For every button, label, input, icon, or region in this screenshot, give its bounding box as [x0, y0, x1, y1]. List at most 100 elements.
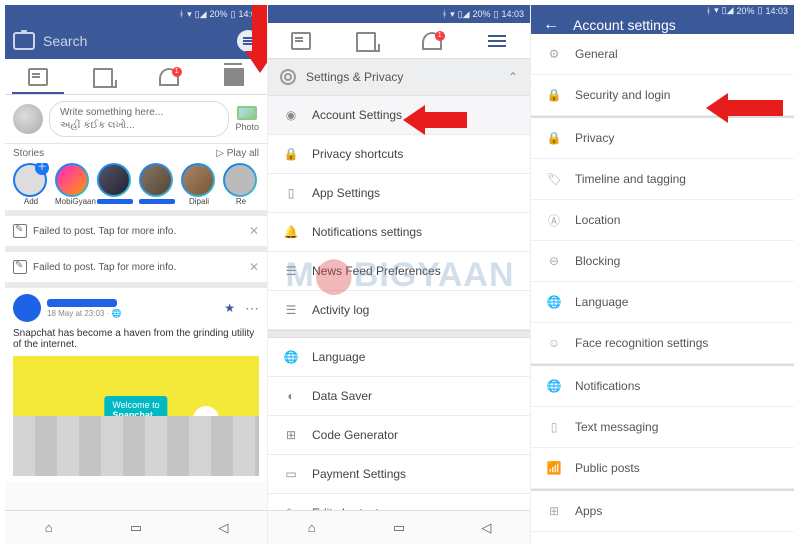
star-icon[interactable]: ★ [224, 301, 235, 315]
sliders-icon: ☰ [282, 262, 300, 280]
post-meta: 18 May at 23:03 · 🌐 [47, 309, 121, 318]
settings-apps[interactable]: ⊞Apps [531, 491, 794, 532]
menu-notif-settings[interactable]: 🔔Notifications settings [268, 213, 530, 252]
settings-face-recognition[interactable]: ☺Face recognition settings [531, 323, 794, 364]
rss-icon: 📶 [545, 459, 563, 477]
feed-post: 18 May at 23:03 · 🌐 ★ ⋯ Snapchat has bec… [5, 288, 267, 482]
nav-recent[interactable]: ⌂ [268, 511, 355, 544]
android-navbar: ⌂ ▭ ◁ [268, 510, 530, 544]
ads-icon: ▭ [545, 543, 563, 544]
post-text: Snapchat has become a haven from the gri… [13, 328, 259, 350]
compose-input[interactable]: Write something here... અહીં કંઈક લખો... [49, 101, 229, 137]
hamburger-icon [224, 68, 244, 86]
menu-edit-shortcuts[interactable]: ✎Edit shortcuts [268, 494, 530, 510]
post-avatar[interactable] [13, 294, 41, 322]
failed-post-row[interactable]: Failed to post. Tap for more info. ✕ [5, 252, 267, 288]
gauge-icon: ◐ [282, 387, 300, 405]
settings-notifications[interactable]: 🌐Notifications [531, 366, 794, 407]
status-bar: ᚼ ▾ ▯◢ 20% ▯ 14:03 [5, 5, 267, 23]
chevron-up-icon: ⌃ [508, 70, 518, 84]
photo-icon [237, 106, 257, 120]
nav-home[interactable]: ▭ [355, 511, 442, 544]
menu-language[interactable]: 🌐Language [268, 338, 530, 377]
story-item[interactable]: Dipali [181, 163, 217, 206]
nav-recent[interactable]: ⌂ [5, 511, 92, 544]
avatar[interactable] [13, 104, 43, 134]
settings-location[interactable]: ⒶLocation [531, 200, 794, 241]
photo-button[interactable]: Photo [235, 106, 259, 132]
menu-activity-log[interactable]: ☰Activity log [268, 291, 530, 330]
story-add[interactable]: ＋Add [13, 163, 49, 206]
settings-timeline-tagging[interactable]: 🏷Timeline and tagging [531, 159, 794, 200]
battery-percent: 20% [210, 9, 228, 19]
settings-menu-list: ◉Account Settings 🔒Privacy shortcuts ▯Ap… [268, 96, 530, 510]
android-navbar: ⌂ ▭ ◁ [5, 510, 267, 544]
menu-payment-settings[interactable]: ▭Payment Settings [268, 455, 530, 494]
stories-section: Stories ▷ Play all ＋Add MobiGyaan Dipali… [5, 144, 267, 216]
tab-marketplace[interactable] [71, 59, 137, 94]
settings-blocking[interactable]: ⊖Blocking [531, 241, 794, 282]
lock-icon: 🔒 [282, 145, 300, 163]
settings-public-posts[interactable]: 📶Public posts [531, 448, 794, 489]
menu-code-generator[interactable]: ⊞Code Generator [268, 416, 530, 455]
close-icon[interactable]: ✕ [249, 224, 259, 238]
battery-icon: ▯ [231, 9, 236, 20]
back-arrow-icon[interactable]: ← [543, 16, 559, 34]
story-item[interactable]: MobiGyaan [55, 163, 91, 206]
edit-icon [13, 224, 27, 238]
settings-text-messaging[interactable]: ▯Text messaging [531, 407, 794, 448]
post-image[interactable]: Welcome toSnapchat [13, 356, 259, 476]
app-header: Search [5, 23, 267, 59]
page-title: Account settings [573, 17, 676, 33]
globe-icon: 🌐 [545, 377, 563, 395]
lock-icon: 🔒 [545, 86, 563, 104]
menu-privacy-shortcuts[interactable]: 🔒Privacy shortcuts [268, 135, 530, 174]
story-item[interactable] [139, 163, 175, 206]
menu-account-settings[interactable]: ◉Account Settings [268, 96, 530, 135]
tab-notifications[interactable]: 1 [136, 59, 202, 94]
badge: 1 [172, 67, 182, 77]
post-author[interactable] [47, 299, 117, 307]
location-icon: Ⓐ [545, 211, 563, 229]
screenshot-account-settings: ᚼ▾▯◢ 20%▯ 14:03 ← Account settings ⚙Gene… [531, 5, 794, 544]
tab-notifications[interactable]: 1 [399, 23, 465, 58]
stories-title: Stories [13, 148, 44, 159]
more-icon[interactable]: ⋯ [245, 300, 259, 317]
menu-data-saver[interactable]: ◐Data Saver [268, 377, 530, 416]
search-input[interactable]: Search [43, 33, 229, 49]
nav-back[interactable]: ◁ [180, 511, 267, 544]
tab-marketplace[interactable] [334, 23, 400, 58]
tab-newsfeed[interactable] [268, 23, 334, 58]
menu-newsfeed-prefs[interactable]: ☰News Feed Preferences [268, 252, 530, 291]
person-icon: ◉ [282, 106, 300, 124]
screenshot-feed: ᚼ ▾ ▯◢ 20% ▯ 14:03 Search 1 Write someth… [5, 5, 268, 544]
nav-back[interactable]: ◁ [443, 511, 530, 544]
settings-header: ← Account settings [531, 16, 794, 34]
screenshot-menu: ᚼ▾▯◢ 20%▯ 14:03 1 Settings & Privacy ⌃ ◉… [268, 5, 531, 544]
close-icon[interactable]: ✕ [249, 260, 259, 274]
block-icon: ⊖ [545, 252, 563, 270]
tab-newsfeed[interactable] [5, 59, 71, 94]
list-icon: ☰ [282, 301, 300, 319]
failed-post-row[interactable]: Failed to post. Tap for more info. ✕ [5, 216, 267, 252]
story-item[interactable]: Re [223, 163, 259, 206]
settings-general[interactable]: ⚙General [531, 34, 794, 75]
composer[interactable]: Write something here... અહીં કંઈક લખો...… [5, 95, 267, 144]
bell-icon: 🔔 [282, 223, 300, 241]
camera-icon[interactable] [13, 32, 35, 50]
card-icon: ▭ [282, 465, 300, 483]
menu-app-settings[interactable]: ▯App Settings [268, 174, 530, 213]
compose-placeholder-alt: અહીં કંઈક લખો... [60, 119, 218, 132]
settings-privacy[interactable]: 🔒Privacy [531, 118, 794, 159]
gear-icon [280, 69, 296, 85]
tab-menu[interactable] [465, 23, 531, 58]
settings-privacy-section[interactable]: Settings & Privacy ⌃ [268, 59, 530, 96]
edit-icon [13, 260, 27, 274]
story-item[interactable] [97, 163, 133, 206]
play-all-link[interactable]: ▷ Play all [216, 148, 259, 159]
settings-ads[interactable]: ▭Ads [531, 532, 794, 544]
settings-language[interactable]: 🌐Language [531, 282, 794, 323]
grid-icon: ⊞ [545, 502, 563, 520]
status-bar: ᚼ▾▯◢ 20%▯ 14:03 [531, 5, 794, 16]
nav-home[interactable]: ▭ [92, 511, 179, 544]
